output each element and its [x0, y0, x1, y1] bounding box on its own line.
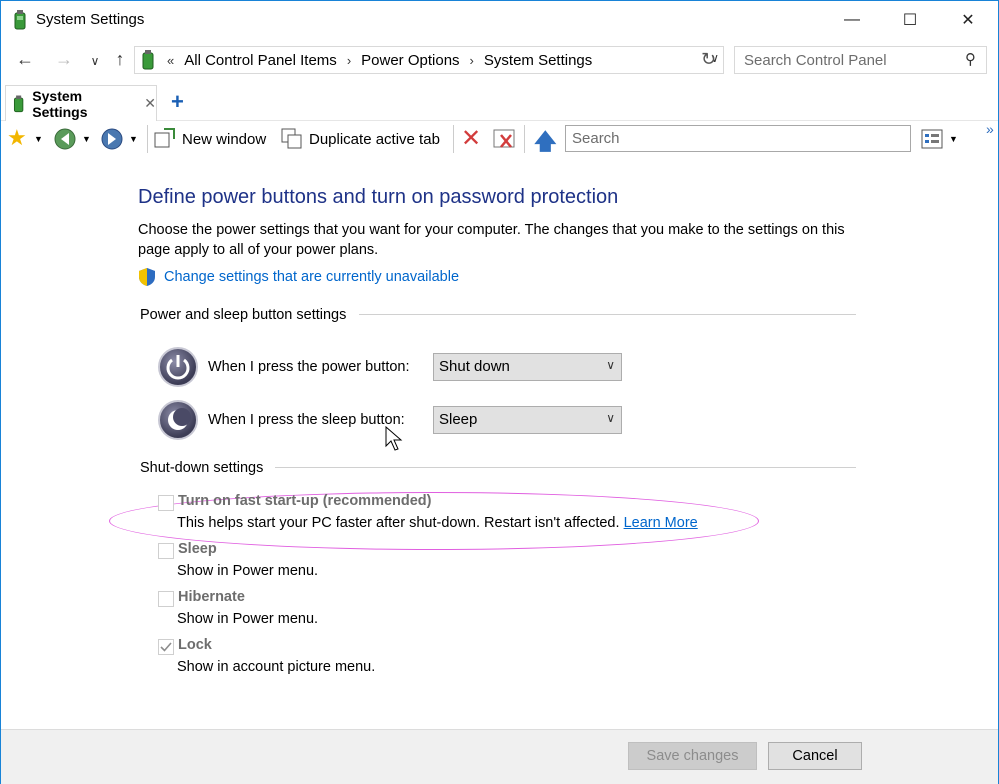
recent-chevron-icon[interactable]: ∨ — [83, 54, 107, 68]
power-button-action-select[interactable]: Shut down ∨ — [433, 353, 622, 381]
sleep-option-description: Show in Power menu. — [177, 563, 319, 579]
change-settings-link[interactable]: Change settings that are currently unava… — [164, 269, 459, 285]
breadcrumb-power-options[interactable]: Power Options — [361, 52, 459, 69]
back-arrow-icon[interactable]: ← — [13, 49, 37, 70]
new-window-button[interactable]: New window — [182, 131, 266, 148]
toolbar-divider — [453, 125, 454, 153]
up-arrow-icon[interactable]: ↑ — [108, 49, 132, 70]
forward-history-dropdown-icon[interactable]: ▼ — [129, 134, 138, 144]
duplicate-active-tab-button[interactable]: Duplicate active tab — [309, 131, 440, 148]
maximize-button[interactable]: ☐ — [881, 1, 939, 39]
refresh-icon[interactable]: ↻ — [701, 49, 716, 70]
new-tab-plus-icon[interactable]: + — [171, 89, 184, 115]
lock-option-description: Show in account picture menu. — [177, 659, 376, 675]
breadcrumb-system-settings[interactable]: System Settings — [484, 52, 592, 69]
hibernate-option-title: Hibernate — [178, 589, 245, 605]
uac-shield-icon — [139, 268, 155, 286]
cancel-button[interactable]: Cancel — [768, 742, 862, 770]
fast-startup-checkbox[interactable] — [158, 495, 174, 511]
save-changes-button[interactable]: Save changes — [628, 742, 757, 770]
power-button-icon — [158, 347, 198, 387]
learn-more-link[interactable]: Learn More — [624, 515, 698, 531]
page-description: Choose the power settings that you want … — [138, 222, 845, 258]
power-section-label: Power and sleep button settings — [140, 307, 347, 323]
tab-system-settings[interactable]: System Settings ✕ — [5, 85, 157, 121]
favorites-dropdown-icon[interactable]: ▼ — [34, 134, 43, 144]
hibernate-checkbox[interactable] — [158, 591, 174, 607]
forward-history-icon[interactable] — [100, 127, 126, 151]
search-control-panel-input[interactable]: Search Control Panel ⚲ — [734, 46, 987, 74]
minimize-button[interactable]: — — [823, 1, 881, 39]
breadcrumb-overflow-icon[interactable]: « — [167, 53, 174, 68]
power-options-icon — [14, 10, 26, 30]
mouse-cursor-icon — [385, 426, 403, 451]
power-options-icon — [13, 95, 24, 112]
breadcrumb-all-control-panel-items[interactable]: All Control Panel Items — [184, 52, 337, 69]
fast-startup-description: This helps start your PC faster after sh… — [177, 515, 698, 531]
breadcrumb-separator-icon[interactable]: › — [470, 53, 474, 68]
title-bar: System Settings — ☐ ✕ — [1, 1, 998, 39]
power-button-label: When I press the power button: — [208, 359, 410, 375]
section-divider — [275, 467, 856, 468]
sleep-checkbox[interactable] — [158, 543, 174, 559]
back-history-icon[interactable] — [53, 127, 79, 151]
section-divider — [359, 314, 856, 315]
up-folder-arrow-icon[interactable]: 🡅 — [534, 125, 557, 163]
toolbar-search-placeholder: Search — [572, 130, 620, 147]
search-icon[interactable]: ⚲ — [965, 50, 976, 68]
power-button-action-value: Shut down — [439, 358, 510, 375]
control-panel-icon — [142, 50, 154, 70]
lock-checkbox[interactable] — [158, 639, 174, 655]
sleep-button-icon — [158, 400, 198, 440]
toolbar-divider — [524, 125, 525, 153]
window-title: System Settings — [36, 11, 145, 28]
sleep-button-action-value: Sleep — [439, 411, 478, 428]
close-button[interactable]: ✕ — [939, 1, 997, 39]
hibernate-option-description: Show in Power menu. — [177, 611, 319, 627]
forward-arrow-icon[interactable]: → — [52, 49, 76, 70]
control-panel-window: System Settings — ☐ ✕ ← → ∨ ↑ « All Cont… — [0, 0, 999, 784]
close-other-tabs-icon[interactable] — [493, 127, 517, 151]
lock-option-title: Lock — [178, 637, 212, 653]
search-placeholder: Search Control Panel — [744, 51, 887, 69]
sleep-button-label: When I press the sleep button: — [208, 412, 405, 428]
toolbar-overflow-icon[interactable]: » — [986, 121, 994, 137]
sleep-option-title: Sleep — [178, 541, 217, 557]
duplicate-tab-icon — [281, 128, 302, 149]
back-history-dropdown-icon[interactable]: ▼ — [82, 134, 91, 144]
chevron-down-icon: ∨ — [606, 411, 615, 425]
tab-bar: System Settings ✕ + — [1, 85, 998, 121]
shutdown-section-label: Shut-down settings — [140, 460, 264, 476]
chevron-down-icon: ∨ — [606, 358, 615, 372]
breadcrumb-separator-icon[interactable]: › — [347, 53, 351, 68]
favorites-star-icon[interactable]: ★ — [7, 125, 27, 151]
view-options-dropdown-icon[interactable]: ▼ — [949, 134, 958, 144]
sleep-button-action-select[interactable]: Sleep ∨ — [433, 406, 622, 434]
tab-close-icon[interactable]: ✕ — [144, 95, 156, 112]
page-title: Define power buttons and turn on passwor… — [138, 186, 619, 208]
checkmark-icon — [160, 642, 172, 652]
close-tab-x-icon[interactable]: ✕ — [461, 124, 481, 153]
tab-label: System Settings — [32, 87, 88, 120]
address-box[interactable]: « All Control Panel Items › Power Option… — [134, 46, 724, 74]
toolbar-search-input[interactable]: Search — [565, 125, 911, 152]
fast-startup-desc-text: This helps start your PC faster after sh… — [177, 515, 620, 531]
fast-startup-title: Turn on fast start-up (recommended) — [178, 493, 432, 509]
new-window-icon — [154, 128, 175, 148]
toolbar-divider — [147, 125, 148, 153]
view-options-icon[interactable] — [921, 129, 945, 149]
